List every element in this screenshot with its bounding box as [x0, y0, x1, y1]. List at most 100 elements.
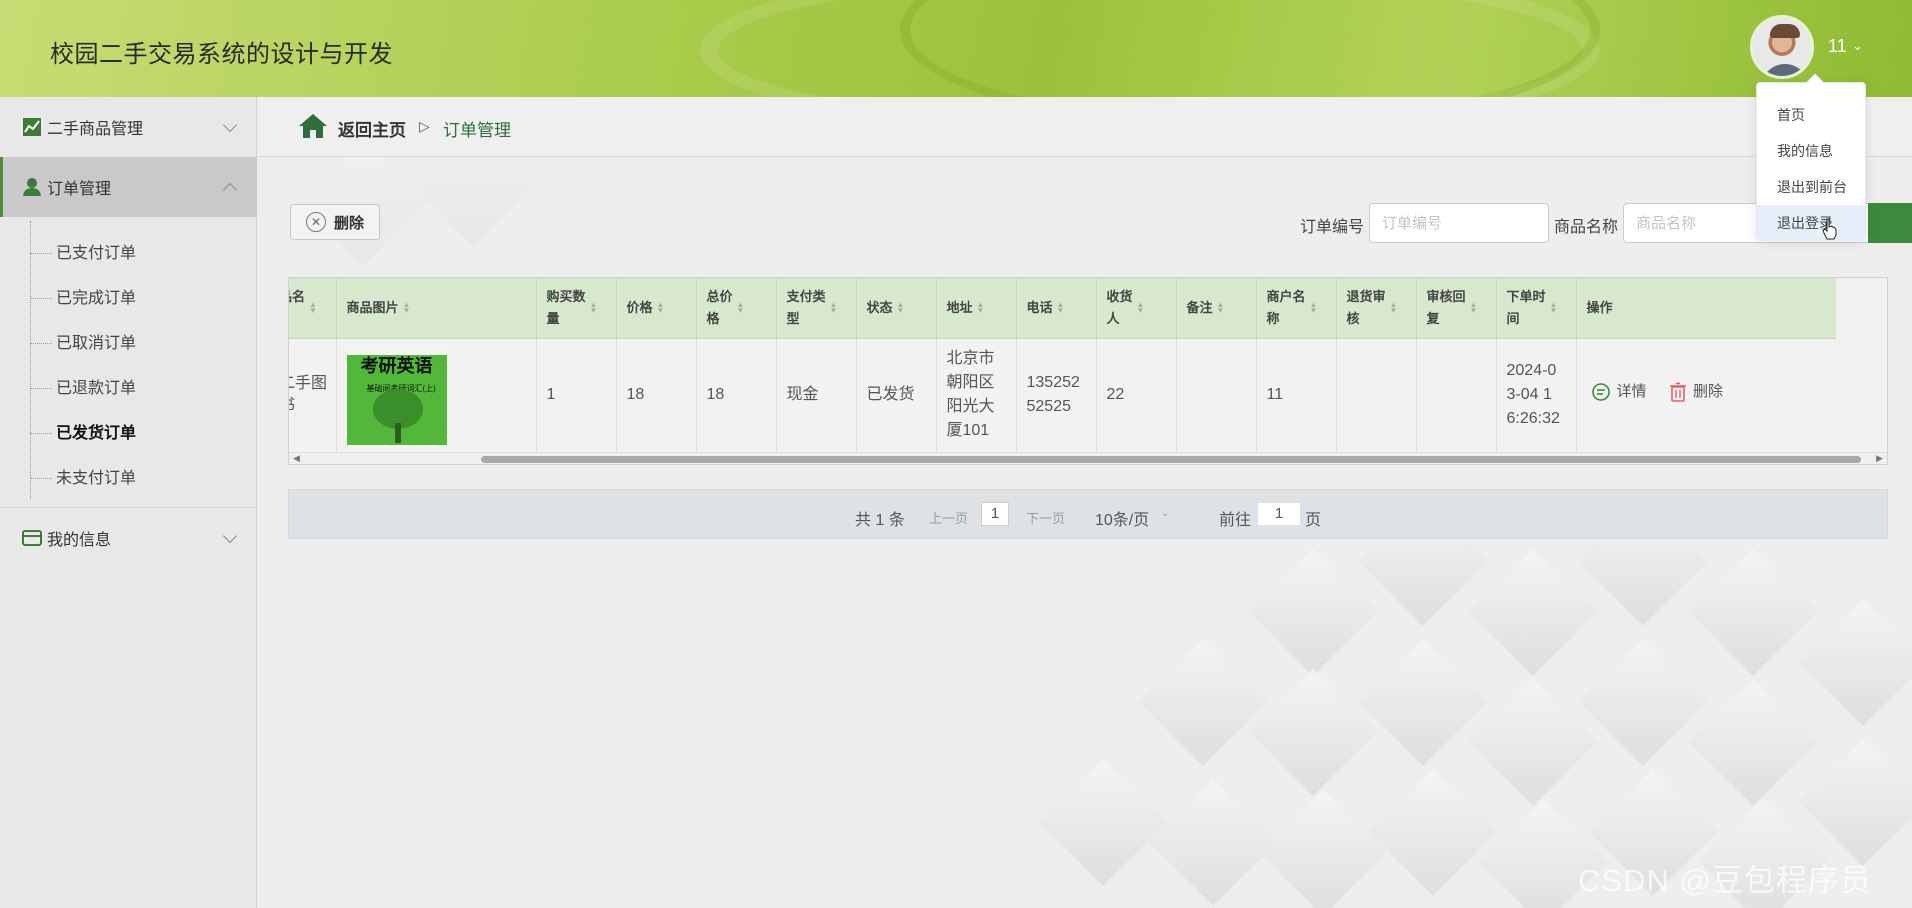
- column-header-receiver[interactable]: 收货 人▲ ▼: [1096, 278, 1177, 339]
- sort-icon: ▲ ▼: [1136, 299, 1145, 315]
- sidebar-item-completed-orders[interactable]: 已完成订单: [30, 276, 250, 321]
- sidebar-item-refunded-orders[interactable]: 已退款订单: [30, 366, 250, 411]
- sidebar-menu-label: 我的信息: [47, 531, 112, 549]
- site-title: 校园二手交易系统的设计与开发: [50, 41, 393, 68]
- column-header-merchant[interactable]: 商户名 称▲ ▼: [1256, 278, 1337, 339]
- row-delete-button[interactable]: 删除: [1669, 381, 1723, 403]
- sidebar-menu-my-info[interactable]: 我的信息: [0, 507, 257, 567]
- cell-price: 18: [616, 338, 697, 452]
- cell-phone: 135252 52525: [1016, 338, 1097, 452]
- search-button[interactable]: [1868, 203, 1912, 243]
- column-header-price[interactable]: 价格 ▲ ▼: [616, 278, 697, 339]
- pagination: 共 1 条 上一页 1 下一页 10条/页 ⌄ 前往 1 页: [288, 489, 1888, 539]
- order-no-label: 订单编号: [1300, 219, 1365, 236]
- pagination-next[interactable]: 下一页: [1026, 508, 1065, 527]
- breadcrumb-home-link[interactable]: 返回主页: [338, 116, 406, 141]
- background-tile: [1799, 738, 1912, 866]
- sidebar-menu-label: 二手商品管理: [47, 121, 144, 138]
- cell-address: 北京市 朝阳区 阳光大 厦101: [936, 338, 1017, 452]
- chart-icon: [23, 118, 41, 136]
- column-header-total-price[interactable]: 总价 格▲ ▼: [696, 278, 777, 339]
- pagination-page-number[interactable]: 1: [981, 502, 1009, 526]
- avatar-hair: [1770, 24, 1800, 38]
- cell-actions: 详情 删除: [1576, 338, 1836, 452]
- cell-pay-type: 现金: [776, 338, 857, 452]
- cell-total-price: 18: [696, 338, 777, 452]
- sort-icon: ▲ ▼: [309, 299, 317, 315]
- user-avatar[interactable]: [1750, 15, 1814, 79]
- chevron-down-icon: [222, 117, 238, 133]
- column-header-product-name[interactable]: 品名 ·▲▼: [289, 278, 337, 339]
- main-content: 返回主页 ▷ 订单管理 ✕ 删除 订单编号 商品名称 品名 ·▲▼ 商品图片▲▼…: [258, 97, 1912, 908]
- scrollbar-thumb[interactable]: [481, 456, 1861, 463]
- pagination-page-size-select[interactable]: 10条/页: [1095, 506, 1149, 530]
- pagination-prev[interactable]: 上一页: [929, 508, 968, 527]
- row-delete-label: 删除: [1692, 383, 1723, 401]
- cell-merchant: 11: [1256, 338, 1337, 452]
- detail-icon: [1591, 383, 1610, 402]
- breadcrumb-current: 订单管理: [443, 121, 511, 140]
- scroll-left-arrow-icon[interactable]: ◀: [293, 453, 300, 464]
- table-row: 二手图 书 考研英语 基础阅考研词汇(上) 1 18 18 现金: [289, 338, 1836, 452]
- column-header-order-time[interactable]: 下单时 间▲ ▼: [1496, 278, 1577, 339]
- trash-icon: [1669, 382, 1686, 403]
- orders-table-grid: 品名 ·▲▼ 商品图片▲▼ 购买数 量▲▼ 价格▲▼ 总价 格▲▼ 支付类 型▲…: [289, 278, 1836, 452]
- order-no-input[interactable]: [1369, 203, 1549, 243]
- column-header-address[interactable]: 地址 ▲ ▼: [936, 278, 1017, 339]
- column-header-review-reply[interactable]: 审核回 复▲ ▼: [1416, 278, 1497, 339]
- sort-icon: ▲ ▼: [1216, 300, 1225, 316]
- dropdown-item-logout[interactable]: 退出登录: [1757, 205, 1865, 241]
- background-tile: [299, 138, 427, 266]
- pagination-total: 共 1 条: [855, 512, 905, 529]
- sort-icon: ▲ ▼: [1309, 299, 1318, 315]
- column-header-quantity[interactable]: 购买数 量▲ ▼: [536, 278, 617, 339]
- column-header-actions: 操作: [1576, 278, 1836, 339]
- batch-delete-label: 删除: [333, 214, 364, 232]
- user-name[interactable]: 11: [1828, 36, 1847, 57]
- pagination-goto-label: 前往: [1219, 512, 1252, 529]
- sidebar-menu-orders[interactable]: 订单管理: [0, 157, 257, 217]
- horizontal-scrollbar[interactable]: ◀ ▶: [289, 452, 1887, 464]
- sort-icon: ▲ ▼: [736, 299, 745, 315]
- dropdown-item-home[interactable]: 首页: [1757, 97, 1865, 133]
- column-header-return-review[interactable]: 退货审 核▲ ▼: [1336, 278, 1417, 339]
- tree-trunk: [394, 423, 401, 444]
- product-image[interactable]: 考研英语 基础阅考研词汇(上): [346, 345, 447, 446]
- hand-cursor-icon: [1822, 218, 1837, 240]
- dropdown-item-my-info[interactable]: 我的信息: [1757, 133, 1865, 169]
- column-header-phone[interactable]: 电话 ▲ ▼: [1016, 278, 1097, 339]
- pagination-goto-input[interactable]: 1: [1257, 502, 1301, 526]
- chevron-down-icon[interactable]: ⌄: [1852, 38, 1863, 54]
- cell-review-reply: [1416, 338, 1497, 452]
- cell-image: 考研英语 基础阅考研词汇(上): [336, 338, 537, 452]
- background-tile: [1139, 638, 1267, 766]
- sidebar: 二手商品管理 订单管理 已支付订单 已完成订单 已取消订单 已退款订单 已发货订…: [0, 97, 257, 908]
- sidebar-menu-products[interactable]: 二手商品管理: [0, 97, 257, 157]
- column-header-image[interactable]: 商品图片 ▲ ▼: [336, 278, 537, 339]
- cell-order-time: 2024-0 3-04 1 6:26:32: [1496, 338, 1577, 452]
- cell-return-review: [1336, 338, 1417, 452]
- background-tile: [1369, 768, 1497, 896]
- sort-icon: ▲ ▼: [1056, 300, 1065, 316]
- cell-product-name: 二手图 书: [289, 338, 337, 452]
- dropdown-item-exit-frontend[interactable]: 退出到前台: [1757, 169, 1865, 205]
- column-header-pay-type[interactable]: 支付类 型▲ ▼: [776, 278, 857, 339]
- background-tile: [1359, 638, 1487, 766]
- batch-delete-button[interactable]: ✕ 删除: [290, 204, 380, 240]
- sidebar-menu-label: 订单管理: [47, 181, 112, 198]
- cell-receiver: 22: [1096, 338, 1177, 452]
- sidebar-item-shipped-orders[interactable]: 已发货订单: [30, 411, 250, 456]
- sidebar-item-paid-orders[interactable]: 已支付订单: [30, 231, 250, 276]
- home-icon[interactable]: [298, 113, 328, 139]
- column-header-remark[interactable]: 备注 ▲ ▼: [1176, 278, 1257, 339]
- chevron-down-icon: [222, 528, 238, 544]
- chevron-down-icon[interactable]: ⌄: [1161, 508, 1169, 519]
- detail-button[interactable]: 详情: [1591, 381, 1647, 403]
- sidebar-item-cancelled-orders[interactable]: 已取消订单: [30, 321, 250, 366]
- background-tile: [1469, 548, 1597, 676]
- card-icon: [22, 529, 42, 546]
- watermark: CSDN @豆包程序员: [1578, 863, 1872, 898]
- column-header-status[interactable]: 状态 ▲ ▼: [856, 278, 937, 339]
- scroll-right-arrow-icon[interactable]: ▶: [1876, 453, 1883, 464]
- sidebar-item-unpaid-orders[interactable]: 未支付订单: [30, 456, 250, 501]
